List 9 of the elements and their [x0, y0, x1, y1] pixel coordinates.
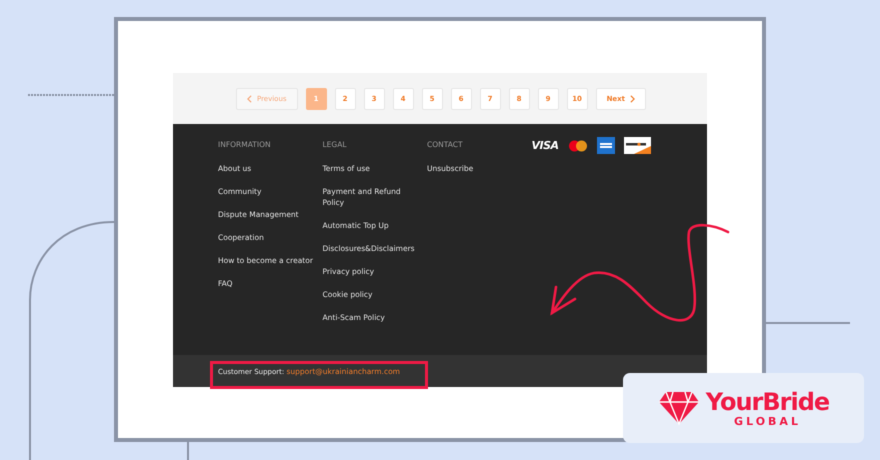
brand-name: YourBride [706, 388, 830, 414]
diamond-icon [658, 391, 700, 425]
discover-card-icon [624, 137, 651, 154]
mastercard-icon [568, 140, 588, 152]
amex-card-icon [596, 137, 615, 154]
brand-tagline: GLOBAL [734, 414, 801, 428]
chevron-right-icon [630, 94, 636, 102]
visa-logo: VISA [532, 139, 559, 152]
chevron-left-icon [246, 94, 252, 102]
